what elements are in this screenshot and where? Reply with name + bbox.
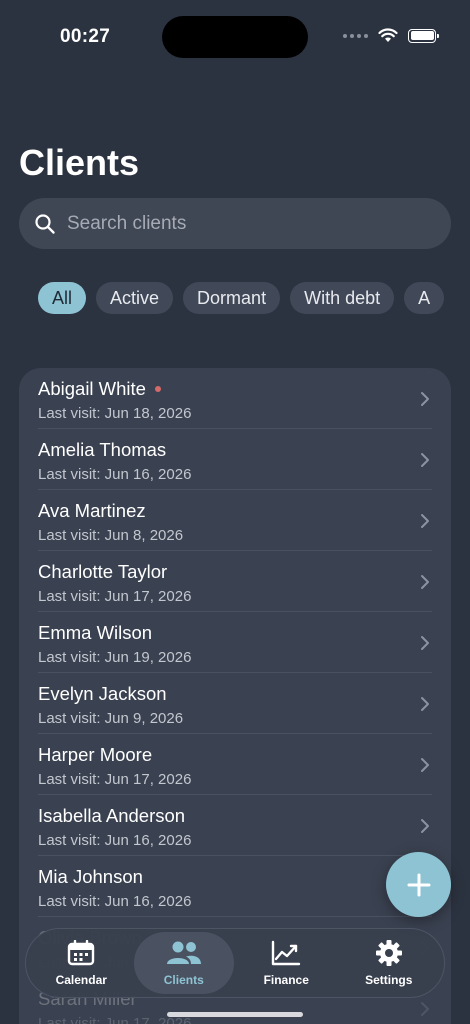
client-name: Amelia Thomas (38, 439, 166, 461)
client-row[interactable]: Abigail White Last visit: Jun 18, 2026 (38, 368, 432, 429)
last-visit: Last visit: Jun 9, 2026 (38, 710, 184, 727)
add-client-button[interactable] (386, 852, 451, 917)
last-visit: Last visit: Jun 16, 2026 (38, 466, 192, 483)
chevron-right-icon (421, 758, 429, 772)
client-name: Emma Wilson (38, 622, 152, 644)
status-time: 00:27 (60, 26, 111, 47)
tab-clients[interactable]: Clients (133, 932, 234, 994)
alert-dot-icon (154, 386, 161, 392)
client-name-text: Harper Moore (38, 744, 153, 765)
client-row[interactable]: Evelyn Jackson Last visit: Jun 9, 2026 (38, 673, 432, 734)
chevron-right-icon (421, 453, 429, 467)
client-name-text: Ava Martinez (38, 500, 146, 521)
filter-chips: All Active Dormant With debt A (38, 282, 470, 315)
wifi-icon (378, 28, 398, 42)
client-row[interactable]: Ava Martinez Last visit: Jun 8, 2026 (38, 490, 432, 551)
gear-icon (375, 939, 403, 967)
last-visit: Last visit: Jun 16, 2026 (38, 832, 192, 849)
client-name-text: Emma Wilson (38, 622, 153, 643)
chevron-right-icon (421, 392, 429, 406)
client-name: Abigail White (38, 378, 161, 400)
filter-chip-with-debt[interactable]: With debt (290, 282, 395, 314)
client-name: Harper Moore (38, 744, 152, 766)
chevron-right-icon (421, 697, 429, 711)
chevron-right-icon (421, 636, 429, 650)
page-title: Clients (19, 142, 140, 183)
tab-settings[interactable]: Settings (339, 932, 439, 994)
dynamic-island (162, 16, 308, 58)
search-bar[interactable] (19, 198, 451, 249)
last-visit: Last visit: Jun 8, 2026 (38, 527, 184, 544)
chevron-right-icon (421, 575, 429, 589)
client-name: Charlotte Taylor (38, 561, 167, 583)
last-visit: Last visit: Jun 17, 2026 (38, 771, 192, 788)
filter-chip-active[interactable]: Active (96, 282, 174, 314)
search-icon (35, 213, 55, 234)
tab-bar: Calendar Clients Finance Settings (25, 928, 445, 998)
client-list: Abigail White Last visit: Jun 18, 2026 Ame… (19, 368, 451, 1024)
search-input[interactable] (67, 212, 397, 235)
client-name-text: Abigail White (38, 378, 146, 399)
chevron-right-icon (421, 819, 429, 833)
tab-label: Clients (163, 973, 204, 987)
client-name: Evelyn Jackson (38, 683, 167, 705)
client-row[interactable]: Harper Moore Last visit: Jun 17, 2026 (38, 734, 432, 795)
last-visit: Last visit: Jun 18, 2026 (38, 405, 192, 422)
filter-chip-dormant[interactable]: Dormant (183, 282, 281, 314)
chevron-right-icon (421, 1002, 429, 1016)
client-row[interactable]: Charlotte Taylor Last visit: Jun 17, 2026 (38, 551, 432, 612)
tab-label: Finance (263, 973, 309, 987)
tab-finance[interactable]: Finance (236, 932, 336, 994)
client-name-text: Charlotte Taylor (38, 561, 168, 582)
status-icons (343, 28, 439, 43)
client-name-text: Evelyn Jackson (38, 683, 167, 704)
plus-icon (407, 873, 430, 896)
battery-icon (408, 28, 439, 43)
client-name-text: Mia Johnson (38, 866, 143, 887)
tab-label: Calendar (55, 973, 107, 987)
cellular-signal-icon (343, 33, 368, 38)
client-row[interactable]: Emma Wilson Last visit: Jun 19, 2026 (38, 612, 432, 673)
client-name: Mia Johnson (38, 866, 143, 888)
status-bar: 00:27 (0, 0, 470, 70)
client-name: Ava Martinez (38, 500, 146, 522)
client-row[interactable]: Mia Johnson Last visit: Jun 16, 2026 (38, 856, 432, 917)
client-name-text: Isabella Anderson (38, 805, 186, 826)
tab-calendar[interactable]: Calendar (31, 932, 131, 994)
client-row[interactable]: Isabella Anderson Last visit: Jun 16, 202… (38, 795, 432, 856)
last-visit: Last visit: Jun 17, 2026 (38, 588, 192, 605)
chevron-right-icon (421, 514, 429, 528)
last-visit: Last visit: Jun 19, 2026 (38, 649, 192, 666)
tab-label: Settings (365, 973, 413, 987)
chart-icon (271, 939, 301, 967)
calendar-icon (67, 939, 95, 967)
client-name: Isabella Anderson (38, 805, 185, 827)
client-row[interactable]: Amelia Thomas Last visit: Jun 16, 2026 (38, 429, 432, 490)
last-visit: Last visit: Jun 16, 2026 (38, 893, 192, 910)
filter-chip-a[interactable]: A (404, 282, 445, 314)
people-icon (166, 939, 202, 967)
filter-chip-all[interactable]: All (38, 282, 87, 314)
home-indicator (167, 1012, 303, 1017)
client-name-text: Amelia Thomas (38, 439, 167, 460)
